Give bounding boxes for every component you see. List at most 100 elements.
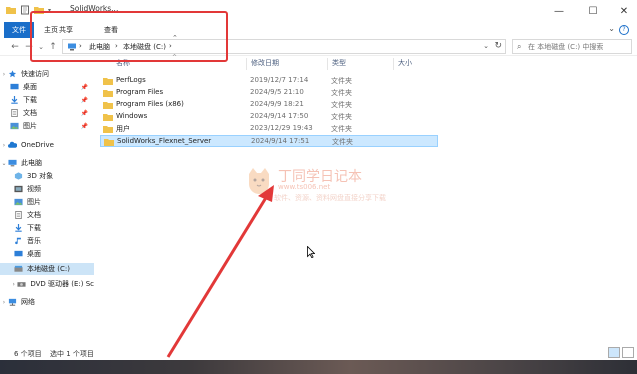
- watermark: 丁同学日记本 www.ts006.net 软件、资源、资料网盘直接分享下载: [244, 166, 394, 206]
- file-type: 文件夹: [331, 125, 352, 133]
- sidebar-item-3d-objects[interactable]: 3D 对象: [0, 170, 94, 182]
- drive-icon: [14, 265, 23, 272]
- pin-icon: 📌: [80, 83, 88, 91]
- file-name: PerfLogs: [116, 76, 146, 84]
- music-icon: [15, 237, 21, 245]
- address-dropdown-icon[interactable]: ⌄: [483, 42, 489, 50]
- folder-icon: [104, 139, 114, 146]
- sidebar-item-desktop-pc[interactable]: 桌面: [0, 248, 94, 260]
- file-date: 2024/9/5 21:10: [250, 88, 304, 96]
- download-icon: [11, 96, 18, 104]
- sidebar-item-quick-access[interactable]: › 快速访问: [0, 68, 94, 80]
- sidebar-item-label: 文档: [23, 109, 37, 117]
- back-button[interactable]: ←: [10, 41, 20, 53]
- sidebar-item-dvd-drive[interactable]: › DVD 驱动器 (E:) Sc: [0, 278, 94, 290]
- file-row-selected[interactable]: SolidWorks_Flexnet_Server 2024/9/14 17:5…: [100, 135, 438, 147]
- folder-icon: [103, 126, 113, 133]
- file-type: 文件夹: [331, 89, 352, 97]
- column-header-type[interactable]: 类型: [332, 58, 346, 70]
- cube-icon: [14, 172, 23, 180]
- folder-icon: [103, 90, 113, 97]
- sidebar-item-desktop[interactable]: 桌面 📌: [0, 81, 94, 93]
- refresh-icon[interactable]: ↻: [494, 41, 502, 51]
- sidebar-item-pictures[interactable]: 图片 📌: [0, 120, 94, 132]
- file-type: 文件夹: [331, 101, 352, 109]
- cloud-icon: [8, 141, 17, 148]
- details-view-button[interactable]: [608, 347, 620, 358]
- star-icon: [8, 70, 17, 78]
- sidebar-item-music[interactable]: 音乐: [0, 235, 94, 247]
- file-name: SolidWorks_Flexnet_Server: [117, 137, 212, 145]
- file-date: 2024/9/9 18:21: [250, 100, 304, 108]
- column-header-size[interactable]: 大小: [398, 58, 412, 70]
- minimize-button[interactable]: —: [545, 2, 573, 20]
- network-icon: [8, 298, 17, 306]
- column-divider[interactable]: [246, 58, 247, 70]
- file-row[interactable]: Program Files 2024/9/5 21:10 文件夹: [100, 87, 438, 99]
- search-box[interactable]: ⌕: [512, 39, 632, 54]
- collapse-icon[interactable]: ⌄: [0, 160, 8, 167]
- column-divider[interactable]: [393, 58, 394, 70]
- chevron-down-icon[interactable]: ⌄: [608, 24, 615, 33]
- sidebar-item-network[interactable]: › 网络: [0, 296, 94, 308]
- navigation-pane: › 快速访问 桌面 📌 下载 📌 文档 📌 图片 📌 › OneDrive ⌄ …: [0, 56, 96, 348]
- file-name: Program Files (x86): [116, 100, 184, 108]
- file-row[interactable]: Windows 2024/9/14 17:50 文件夹: [100, 111, 438, 123]
- cat-logo-icon: [249, 168, 269, 194]
- download-icon: [15, 224, 22, 232]
- column-divider[interactable]: [327, 58, 328, 70]
- sidebar-item-label: 桌面: [23, 83, 37, 91]
- sidebar-item-downloads[interactable]: 下载 📌: [0, 94, 94, 106]
- file-name: Windows: [116, 112, 148, 120]
- watermark-tagline: 软件、资源、资料网盘直接分享下载: [274, 194, 386, 202]
- search-input[interactable]: [528, 41, 628, 52]
- sidebar-item-label: 音乐: [27, 237, 41, 245]
- pin-icon: 📌: [80, 122, 88, 130]
- desktop-icon: [14, 250, 23, 257]
- computer-icon: [8, 159, 17, 167]
- file-date: 2024/9/14 17:50: [250, 112, 309, 120]
- sidebar-item-label: 网络: [21, 298, 35, 306]
- watermark-url: www.ts006.net: [278, 183, 331, 191]
- file-row[interactable]: 用户 2023/12/29 19:43 文件夹: [100, 123, 438, 135]
- expand-icon[interactable]: ›: [0, 299, 8, 306]
- file-type: 文件夹: [331, 77, 352, 85]
- maximize-button[interactable]: ☐: [579, 2, 607, 20]
- pin-icon: 📌: [80, 109, 88, 117]
- file-row[interactable]: Program Files (x86) 2024/9/9 18:21 文件夹: [100, 99, 438, 111]
- file-name: 用户: [116, 125, 130, 133]
- file-type: 文件夹: [332, 138, 353, 146]
- expand-icon[interactable]: ›: [0, 71, 8, 78]
- sidebar-item-documents[interactable]: 文档 📌: [0, 107, 94, 119]
- status-bar: 6 个项目 选中 1 个项目: [0, 348, 637, 360]
- file-row[interactable]: PerfLogs 2019/12/7 17:14 文件夹: [100, 75, 438, 87]
- help-icon[interactable]: ?: [619, 25, 629, 35]
- sidebar-item-label: 文档: [27, 211, 41, 219]
- dvd-icon: [17, 282, 26, 287]
- document-icon: [15, 211, 22, 219]
- sidebar-item-label: 下载: [27, 224, 41, 232]
- sidebar-item-documents-pc[interactable]: 文档: [0, 209, 94, 221]
- search-icon: ⌕: [517, 42, 522, 51]
- video-icon: [14, 185, 23, 193]
- sidebar-item-label: 图片: [23, 122, 37, 130]
- close-button[interactable]: ✕: [610, 2, 637, 20]
- column-header-date[interactable]: 修改日期: [251, 58, 279, 70]
- sidebar-item-local-disk[interactable]: 本地磁盘 (C:): [0, 263, 94, 275]
- file-date: 2023/12/29 19:43: [250, 124, 313, 132]
- properties-icon[interactable]: [20, 5, 30, 15]
- folder-icon: [103, 114, 113, 121]
- sidebar-item-videos[interactable]: 视频: [0, 183, 94, 195]
- sidebar-item-onedrive[interactable]: › OneDrive: [0, 139, 94, 151]
- sidebar-item-this-pc[interactable]: ⌄ 此电脑: [0, 157, 94, 169]
- expand-icon[interactable]: ›: [0, 142, 8, 149]
- sidebar-item-label: 图片: [27, 198, 41, 206]
- expand-icon[interactable]: ›: [10, 281, 17, 288]
- file-type: 文件夹: [331, 113, 352, 121]
- large-icons-view-button[interactable]: [622, 347, 634, 358]
- sidebar-item-pictures-pc[interactable]: 图片: [0, 196, 94, 208]
- sidebar-item-label: 桌面: [27, 250, 41, 258]
- file-name: Program Files: [116, 88, 164, 96]
- sidebar-item-downloads-pc[interactable]: 下载: [0, 222, 94, 234]
- picture-icon: [10, 122, 19, 130]
